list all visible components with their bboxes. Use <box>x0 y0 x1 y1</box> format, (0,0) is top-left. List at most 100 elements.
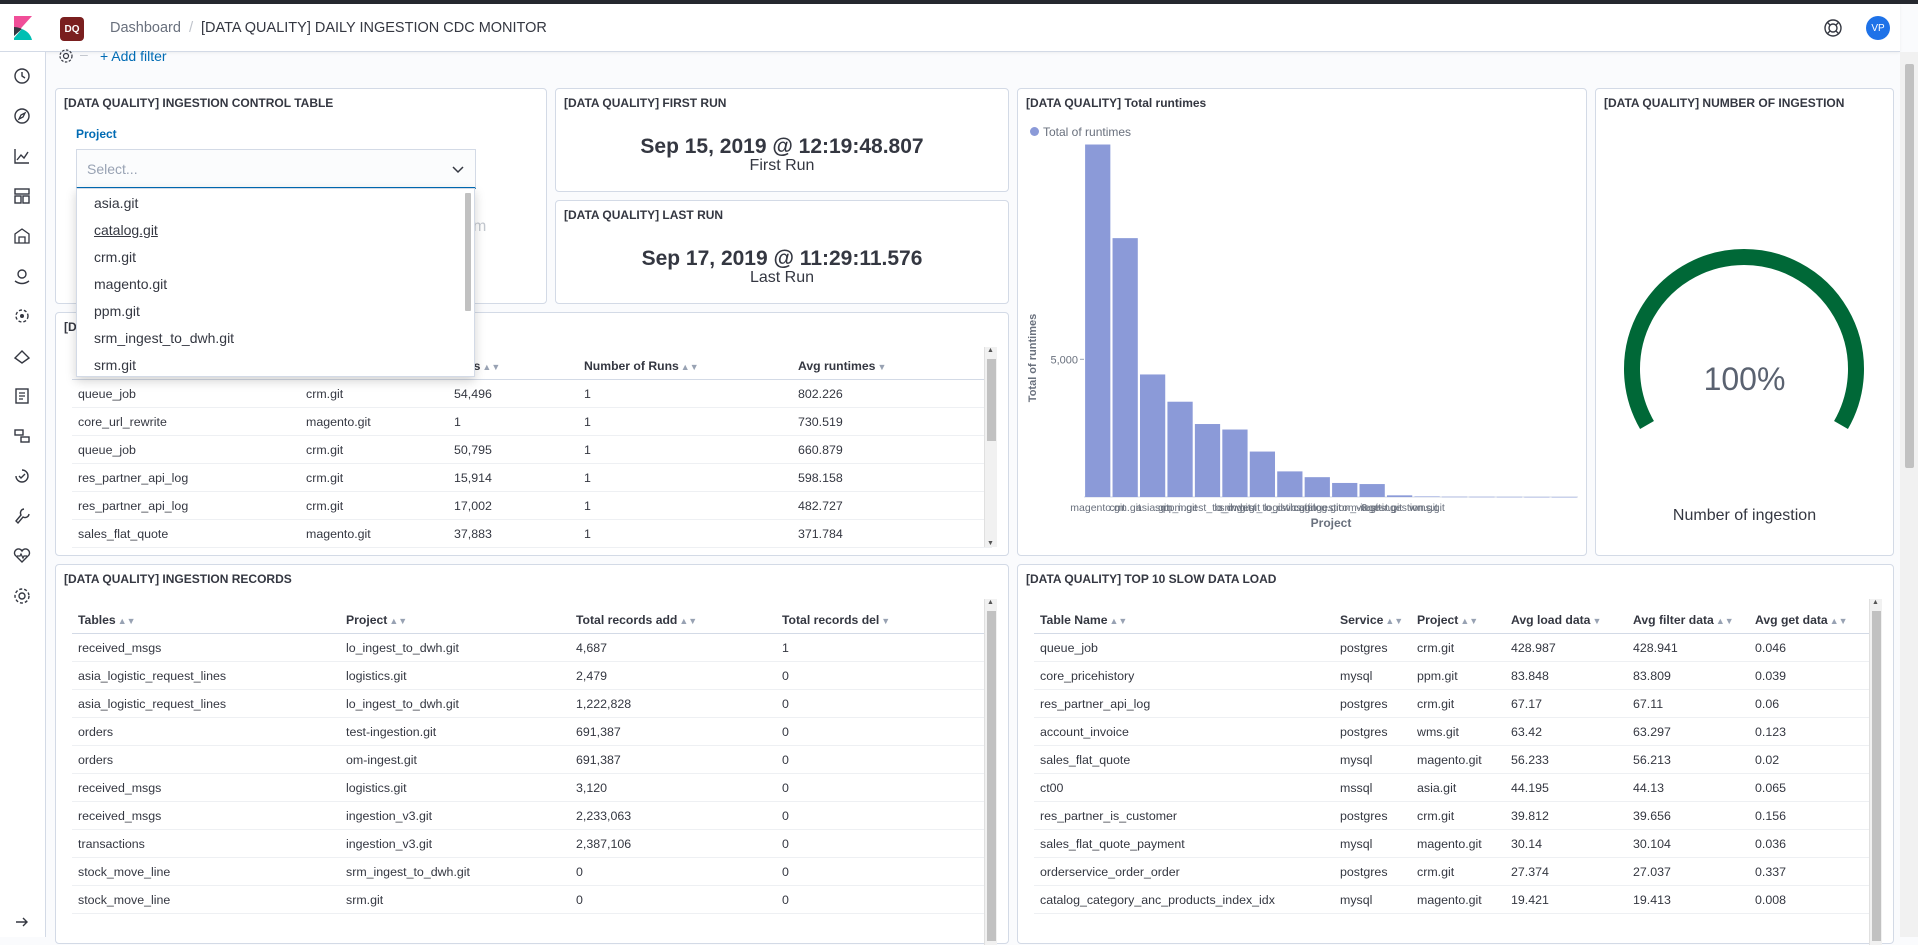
scroll-up-icon[interactable]: ▲ <box>987 599 994 606</box>
compass-icon[interactable] <box>12 106 32 126</box>
table-cell: 63.42 <box>1505 717 1627 746</box>
chevron-down-icon[interactable] <box>451 162 465 176</box>
chart-bar[interactable] <box>1332 482 1358 497</box>
expand-icon[interactable] <box>12 912 32 932</box>
scrollbar-thumb[interactable] <box>987 611 996 941</box>
add-filter-link[interactable]: + Add filter <box>100 48 167 64</box>
chart-bar[interactable] <box>1249 451 1276 497</box>
monitoring-icon[interactable] <box>12 546 32 566</box>
column-header-project[interactable]: Project ▲▼ <box>340 607 570 634</box>
table-cell-link[interactable]: 1 <box>578 463 792 492</box>
uptime-icon[interactable] <box>12 466 32 486</box>
option-catalog[interactable]: catalog.git <box>94 222 158 238</box>
chart-bar[interactable] <box>1524 496 1550 498</box>
table-cell: 428.987 <box>1505 633 1627 662</box>
gear-icon[interactable] <box>58 48 74 64</box>
kibana-logo-icon[interactable] <box>12 16 34 40</box>
chart-bar[interactable] <box>1167 401 1193 497</box>
table-cell-link[interactable]: 1 <box>578 379 792 408</box>
ml-icon[interactable] <box>12 306 32 326</box>
chart-bar[interactable] <box>1414 496 1440 497</box>
table-cell-link[interactable]: 1 <box>578 519 792 548</box>
column-header-avg-load[interactable]: Avg load data ▼ <box>1505 607 1627 634</box>
chart-bar[interactable] <box>1222 429 1248 497</box>
breadcrumb-dashboard[interactable]: Dashboard <box>110 20 181 36</box>
project-search-input[interactable]: Select... <box>87 161 138 177</box>
column-header-avg-get[interactable]: Avg get data ▲▼ <box>1749 607 1878 634</box>
option-ppm[interactable]: ppm.git <box>94 303 140 319</box>
chart-bar[interactable] <box>1194 424 1221 497</box>
column-header-total-add[interactable]: Total records add ▲▼ <box>570 607 776 634</box>
table-row: sales_flat_quote mysql magento.git 56.233 56… <box>1034 745 1878 774</box>
table-cell: crm.git <box>300 463 448 492</box>
table-cell-link[interactable]: 1 <box>578 491 792 520</box>
column-header-number-of-runs[interactable]: Number of Runs ▲▼ <box>578 353 792 380</box>
maps-icon[interactable] <box>12 266 32 286</box>
page-scrollbar[interactable] <box>1900 52 1918 937</box>
scrollbar-thumb[interactable] <box>987 359 996 441</box>
option-srm-ingest[interactable]: srm_ingest_to_dwh.git <box>94 330 234 346</box>
table-cell: 730.519 <box>792 407 992 436</box>
chart-bar[interactable] <box>1085 144 1111 497</box>
scroll-down-icon[interactable]: ▼ <box>987 540 994 547</box>
chart-bar[interactable] <box>1139 374 1166 497</box>
table-cell: stock_move_line <box>72 857 340 886</box>
clock-icon[interactable] <box>12 66 32 86</box>
table-cell: 67.11 <box>1627 689 1749 718</box>
page-scrollbar-thumb[interactable] <box>1905 64 1914 468</box>
logs-icon[interactable] <box>12 386 32 406</box>
table-cell: magento.git <box>300 407 448 436</box>
table-cell: 30.104 <box>1627 829 1749 858</box>
space-badge[interactable]: DQ <box>60 17 84 41</box>
table-cell-link[interactable]: 1 <box>578 407 792 436</box>
page-title: [DATA QUALITY] DAILY INGESTION CDC MONIT… <box>201 20 547 36</box>
column-header-project[interactable]: Project ▲▼ <box>1411 607 1505 634</box>
chart-bar[interactable] <box>1496 496 1523 498</box>
option-crm[interactable]: crm.git <box>94 249 136 265</box>
option-asia[interactable]: asia.git <box>94 195 138 211</box>
table-cell: received_msgs <box>72 633 340 662</box>
scrollbar-thumb[interactable] <box>1872 611 1881 941</box>
column-header-label: Total records add <box>576 613 678 627</box>
devtools-icon[interactable] <box>12 506 32 526</box>
table-cell: 17,002 <box>448 491 578 520</box>
table-cell[interactable]: 1 <box>776 633 992 662</box>
slow-table-scrollbar[interactable]: ▲ <box>1869 599 1882 945</box>
project-combobox[interactable]: Select... <box>76 149 476 189</box>
column-header-avg-filter[interactable]: Avg filter data ▲▼ <box>1627 607 1749 634</box>
chart-bar[interactable] <box>1386 495 1413 497</box>
scroll-up-icon[interactable]: ▲ <box>1872 599 1879 606</box>
table-cell: crm.git <box>300 379 448 408</box>
table-cell: 428.941 <box>1627 633 1749 662</box>
column-header-avg-runtimes[interactable]: Avg runtimes ▼ <box>792 353 992 380</box>
dashboard-icon[interactable] <box>12 186 32 206</box>
table-cell: postgres <box>1334 717 1411 746</box>
help-icon[interactable] <box>1822 17 1844 39</box>
management-icon[interactable] <box>12 586 32 606</box>
column-header-table-name[interactable]: Table Name ▲▼ <box>1034 607 1334 634</box>
infra-icon[interactable] <box>12 346 32 366</box>
column-header-service[interactable]: Service ▲▼ <box>1334 607 1411 634</box>
option-magento[interactable]: magento.git <box>94 276 167 292</box>
chart-bar[interactable] <box>1277 471 1303 497</box>
column-header-tables[interactable]: Tables ▲▼ <box>72 607 340 634</box>
table-cell: crm.git <box>1411 633 1505 662</box>
records-table-scrollbar[interactable]: ▲ <box>984 599 997 945</box>
column-header-total-del[interactable]: Total records del ▼ <box>776 607 992 634</box>
apm-icon[interactable] <box>12 426 32 446</box>
runtimes-table-scrollbar[interactable]: ▲ ▼ <box>984 347 997 547</box>
table-cell-link[interactable]: 1 <box>578 435 792 464</box>
visualize-icon[interactable] <box>12 146 32 166</box>
canvas-icon[interactable] <box>12 226 32 246</box>
table-row: res_partner_api_log crm.git 15,914 1 598.158 <box>72 463 992 492</box>
chart-bar[interactable] <box>1359 484 1385 497</box>
option-srm[interactable]: srm.git <box>94 357 136 373</box>
options-scrollbar[interactable] <box>465 193 471 311</box>
chart-bar[interactable] <box>1304 477 1330 497</box>
chart-bar[interactable] <box>1112 238 1138 497</box>
chart-bar[interactable] <box>1551 496 1577 498</box>
scroll-up-icon[interactable]: ▲ <box>987 347 994 354</box>
user-avatar[interactable]: VP <box>1866 16 1890 40</box>
chart-bar[interactable] <box>1469 496 1495 498</box>
chart-bar[interactable] <box>1441 496 1468 498</box>
